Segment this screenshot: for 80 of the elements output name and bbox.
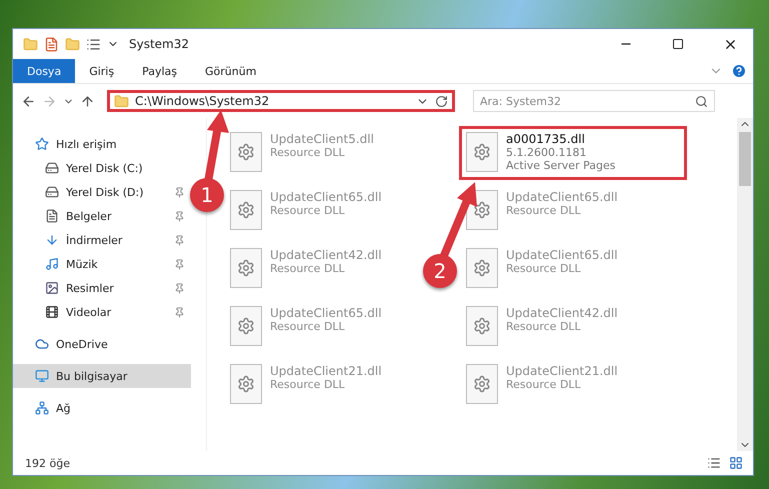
ribbon-tab[interactable]: Görünüm <box>191 59 270 83</box>
sidebar-item[interactable]: Ağ <box>13 396 191 420</box>
file-detail: Resource DLL <box>270 146 346 159</box>
sidebar-item[interactable]: Resimler <box>13 276 191 300</box>
dll-file-icon <box>230 190 262 230</box>
window-title: System32 <box>129 37 190 51</box>
up-icon[interactable] <box>80 94 95 108</box>
dll-file-icon <box>466 248 498 288</box>
star-icon <box>35 137 49 151</box>
properties-icon[interactable] <box>44 36 59 52</box>
file-name: a0001735.dll <box>506 132 586 146</box>
pin-icon[interactable] <box>174 282 185 294</box>
file-name: UpdateClient42.dll <box>270 248 382 262</box>
file-name: UpdateClient65.dll <box>270 306 382 320</box>
pictures-icon <box>45 281 59 295</box>
documents-icon <box>45 209 59 223</box>
file-detail: Resource DLL <box>270 378 346 391</box>
help-icon[interactable] <box>731 63 747 79</box>
computer-icon <box>35 369 49 383</box>
pin-icon[interactable] <box>174 234 185 246</box>
sidebar-item[interactable]: Yerel Disk (D:) <box>13 180 191 204</box>
sidebar-item[interactable]: Videolar <box>13 300 191 324</box>
dll-file-icon <box>230 306 262 346</box>
file-detail: Resource DLL <box>506 320 582 333</box>
search-icon <box>695 94 708 108</box>
file-detail: Resource DLL <box>270 320 346 333</box>
file-detail: Resource DLL <box>270 204 346 217</box>
search-field[interactable]: Ara: System32 <box>473 90 715 112</box>
dll-file-icon <box>230 248 262 288</box>
drive-icon <box>45 185 59 199</box>
network-icon <box>35 401 49 415</box>
sidebar-item[interactable]: Belgeler <box>13 204 191 228</box>
file-name: UpdateClient42.dll <box>506 306 618 320</box>
folder-icon <box>114 94 129 108</box>
file-detail: 5.1.2600.1181 <box>506 146 588 159</box>
drive-icon <box>45 161 59 175</box>
address-field[interactable]: C:\Windows\System32 <box>107 90 455 112</box>
back-icon[interactable] <box>21 94 36 108</box>
scroll-thumb[interactable] <box>739 132 751 186</box>
cloud-icon <box>35 337 49 351</box>
file-name: UpdateClient65.dll <box>506 248 618 262</box>
sidebar-item[interactable]: Bu bilgisayar <box>13 364 191 388</box>
maximize-icon <box>672 38 684 50</box>
ribbon-tab[interactable]: Giriş <box>75 59 128 83</box>
sidebar-item[interactable]: Hızlı erişim <box>13 132 191 156</box>
refresh-icon[interactable] <box>435 94 448 108</box>
downloads-icon <box>45 233 59 247</box>
dll-file-icon <box>230 132 262 172</box>
pin-icon[interactable] <box>174 306 185 318</box>
file-detail: Resource DLL <box>506 204 582 217</box>
file-name: UpdateClient5.dll <box>270 132 374 146</box>
file-detail: Resource DLL <box>506 378 582 391</box>
dll-file-icon <box>466 306 498 346</box>
dll-file-icon <box>466 364 498 404</box>
file-name: UpdateClient21.dll <box>270 364 382 378</box>
pin-icon[interactable] <box>174 186 185 198</box>
pin-icon[interactable] <box>174 258 185 270</box>
file-detail: Resource DLL <box>506 262 582 275</box>
sidebar-item[interactable]: İndirmeler <box>13 228 191 252</box>
details-view-icon[interactable] <box>707 456 721 470</box>
scrollbar[interactable] <box>737 118 753 451</box>
pin-icon[interactable] <box>174 210 185 222</box>
item-count: 192 öğe <box>25 456 71 470</box>
ribbon-tab[interactable]: Dosya <box>13 59 76 83</box>
file-detail: Resource DLL <box>270 262 346 275</box>
file-name: UpdateClient65.dll <box>506 190 618 204</box>
sidebar-item[interactable]: Yerel Disk (C:) <box>13 156 191 180</box>
sidebar-item[interactable]: Müzik <box>13 252 191 276</box>
dll-file-icon <box>466 132 498 172</box>
videos-icon <box>45 305 59 319</box>
sidebar-item[interactable]: OneDrive <box>13 332 191 356</box>
file-name: UpdateClient21.dll <box>506 364 618 378</box>
customize-icon[interactable] <box>86 36 101 52</box>
file-detail: Active Server Pages <box>506 159 616 172</box>
large-icons-view-icon[interactable] <box>729 456 743 470</box>
file-name: UpdateClient65.dll <box>270 190 382 204</box>
music-icon <box>45 257 59 271</box>
file-item[interactable]: a0001735.dll 5.1.2600.1181 Active Server Pages <box>459 126 687 180</box>
dll-file-icon <box>230 364 262 404</box>
ribbon-tab[interactable]: Paylaş <box>128 59 191 83</box>
